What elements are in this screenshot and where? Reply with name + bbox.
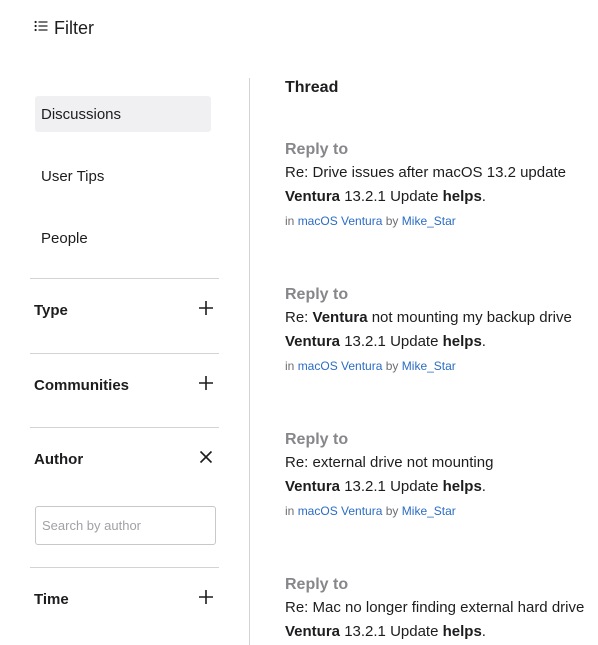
nav-item-label: People (41, 229, 88, 247)
filter-toggle[interactable]: Filter (34, 18, 94, 39)
snippet-text: . (481, 333, 486, 350)
plus-icon (198, 375, 214, 396)
author-link[interactable]: Mike_Star (402, 214, 456, 228)
result-meta: in macOS Ventura by Mike_Star (285, 499, 590, 523)
section-title: Type (34, 301, 68, 319)
plus-icon (198, 300, 214, 321)
communities-filter-toggle[interactable]: Communities (34, 373, 214, 397)
snippet-highlight: Ventura (285, 188, 341, 205)
author-search-input[interactable] (35, 506, 216, 545)
result-item: Reply to Re: Drive issues after macOS 13… (285, 139, 590, 233)
list-icon (34, 19, 48, 38)
community-link[interactable]: macOS Ventura (298, 214, 383, 228)
title-text: Re: (285, 309, 313, 326)
divider (30, 567, 219, 568)
column-divider (249, 78, 250, 645)
community-link[interactable]: macOS Ventura (298, 504, 383, 518)
filter-label: Filter (54, 18, 94, 38)
result-snippet: Ventura 13.2.1 Update helps. (285, 475, 590, 499)
result-title-link[interactable]: Re: Drive issues after macOS 13.2 update (285, 161, 590, 185)
result-title-link[interactable]: Re: external drive not mounting (285, 451, 590, 475)
author-filter-toggle[interactable]: Author (34, 447, 214, 471)
section-title: Time (34, 590, 69, 608)
result-meta: in macOS Ventura by Mike_Star (285, 354, 590, 378)
snippet-text: . (481, 188, 486, 205)
result-snippet: Ventura 13.2.1 Update helps. (285, 620, 590, 644)
result-snippet: Ventura 13.2.1 Update helps. (285, 185, 590, 209)
divider (30, 427, 219, 428)
title-text: Re: Mac no longer finding external hard … (285, 599, 585, 616)
meta-in-label: in (285, 214, 295, 228)
snippet-highlight: Ventura (285, 333, 341, 350)
result-meta: in macOS Ventura by Mike_Star (285, 209, 590, 233)
snippet-highlight: Ventura (285, 478, 341, 495)
snippet-text: . (481, 623, 486, 640)
snippet-text: 13.2.1 Update (340, 333, 443, 350)
nav-item-discussions[interactable]: Discussions (35, 96, 211, 132)
type-filter-toggle[interactable]: Type (34, 298, 214, 322)
results-heading: Thread (285, 79, 339, 96)
divider (30, 278, 219, 279)
snippet-text: . (481, 478, 486, 495)
title-text: Re: Drive issues after macOS 13.2 update (285, 164, 566, 181)
meta-in-label: in (285, 359, 295, 373)
result-kind: Reply to (285, 431, 349, 448)
snippet-highlight: helps (442, 333, 482, 350)
result-snippet: Ventura 13.2.1 Update helps. (285, 330, 590, 354)
snippet-highlight: helps (442, 623, 482, 640)
result-item: Reply to Re: external drive not mounting… (285, 429, 590, 523)
snippet-text: 13.2.1 Update (340, 623, 443, 640)
close-icon (198, 449, 214, 470)
author-link[interactable]: Mike_Star (402, 504, 456, 518)
meta-in-label: in (285, 504, 295, 518)
result-title-link[interactable]: Re: Mac no longer finding external hard … (285, 596, 590, 620)
nav-item-user-tips[interactable]: User Tips (35, 158, 211, 194)
time-filter-toggle[interactable]: Time (34, 587, 214, 611)
search-results-page: Filter Discussions User Tips People Type… (0, 0, 598, 645)
snippet-text: 13.2.1 Update (340, 188, 443, 205)
snippet-highlight: helps (442, 478, 482, 495)
title-text: not mounting my backup drive (367, 309, 572, 326)
title-highlight: Ventura (312, 309, 368, 326)
snippet-text: 13.2.1 Update (340, 478, 443, 495)
result-kind: Reply to (285, 141, 349, 158)
divider (30, 353, 219, 354)
nav-item-label: User Tips (41, 167, 105, 185)
result-title-link[interactable]: Re: Ventura not mounting my backup drive (285, 306, 590, 330)
meta-by-label: by (385, 214, 399, 228)
nav-item-people[interactable]: People (35, 220, 211, 256)
section-title: Communities (34, 376, 130, 394)
section-title: Author (34, 450, 84, 468)
snippet-highlight: helps (442, 188, 482, 205)
result-kind: Reply to (285, 576, 349, 593)
title-text: Re: external drive not mounting (285, 454, 494, 471)
snippet-highlight: Ventura (285, 623, 341, 640)
meta-by-label: by (385, 504, 399, 518)
plus-icon (198, 589, 214, 610)
meta-by-label: by (385, 359, 399, 373)
author-link[interactable]: Mike_Star (402, 359, 456, 373)
community-link[interactable]: macOS Ventura (298, 359, 383, 373)
result-item: Reply to Re: Mac no longer finding exter… (285, 574, 590, 644)
nav-item-label: Discussions (41, 105, 122, 123)
result-kind: Reply to (285, 286, 349, 303)
result-item: Reply to Re: Ventura not mounting my bac… (285, 284, 590, 378)
